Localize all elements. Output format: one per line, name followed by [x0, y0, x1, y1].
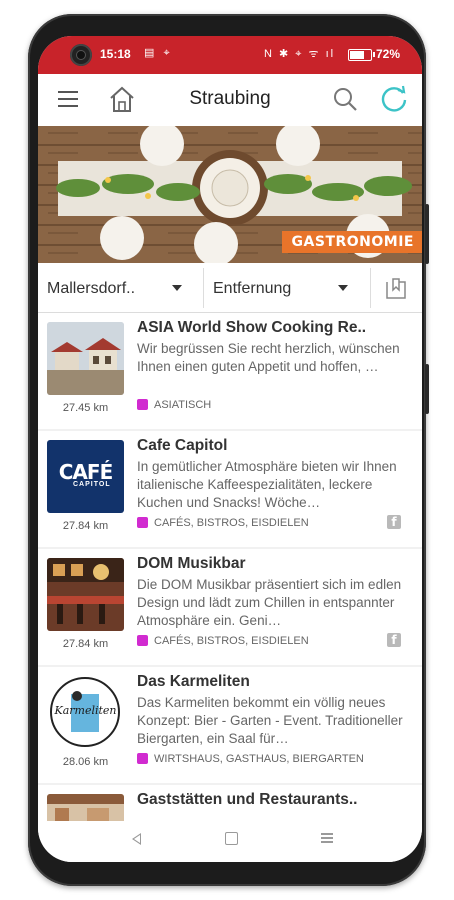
power-button: [425, 364, 429, 414]
menu-icon[interactable]: [58, 91, 78, 107]
sort-dropdown[interactable]: Entfernung: [204, 264, 370, 312]
item-distance: 27.45 km: [62, 402, 109, 414]
item-category: CAFÉS, BISTROS, EISDIELEN: [154, 517, 309, 529]
page-title: Straubing: [189, 88, 271, 109]
list-item[interactable]: 27.84 km DOM Musikbar Die DOM Musikbar p…: [38, 549, 422, 665]
item-thumbnail: [47, 558, 124, 631]
refresh-icon[interactable]: [379, 84, 409, 114]
item-thumbnail: CAFÉ CAPITOL: [47, 440, 124, 513]
app-bar: Straubing: [38, 74, 422, 127]
facebook-icon[interactable]: f: [387, 633, 401, 647]
item-category: WIRTSHAUS, GASTHAUS, BIERGARTEN: [154, 753, 364, 765]
restaurant-list: 27.45 km ASIA World Show Cooking Re.. Wi…: [38, 313, 422, 821]
chevron-down-icon: [338, 285, 348, 291]
system-nav-bar: [38, 821, 422, 862]
recents-icon[interactable]: [321, 833, 333, 843]
item-thumbnail: [47, 794, 124, 821]
battery-fill: [350, 51, 365, 59]
karmeliten-logo: Karmeliten: [54, 704, 117, 717]
item-description: Das Karmeliten bekommt ein völlig neues …: [137, 695, 403, 746]
app-screen: 15:18 ▤ ⌖ N ✱ ⌖ ᯤ ıl 72% Straubing GASTR…: [38, 36, 422, 862]
item-description: In gemütlicher Atmosphäre bieten wir Ihn…: [137, 459, 397, 510]
location-dropdown[interactable]: Mallersdorf..: [38, 264, 203, 312]
category-marker: [137, 399, 148, 410]
list-item[interactable]: 27.45 km ASIA World Show Cooking Re.. Wi…: [38, 313, 422, 429]
item-thumbnail: Karmeliten: [47, 676, 124, 749]
category-marker: [137, 517, 148, 528]
item-description: Wir begrüssen Sie recht herzlich, wünsch…: [137, 341, 400, 374]
item-title: Das Karmeliten: [137, 673, 250, 690]
item-distance: 28.06 km: [62, 756, 109, 768]
sort-value: Entfernung: [213, 280, 292, 297]
location-value: Mallersdorf..: [47, 280, 136, 297]
item-description: Die DOM Musikbar präsentiert sich im edl…: [137, 577, 402, 628]
camera-cutout: [70, 44, 92, 66]
category-marker: [137, 753, 148, 764]
item-thumbnail: [47, 322, 124, 395]
filter-divider: [370, 268, 371, 308]
status-bar: 15:18 ▤ ⌖ N ✱ ⌖ ᯤ ıl 72%: [38, 36, 422, 74]
volume-button: [425, 204, 429, 264]
filter-bar: Mallersdorf.. Entfernung: [38, 264, 422, 313]
item-distance: 27.84 km: [62, 638, 109, 650]
cafe-logo-sub: CAPITOL: [73, 481, 111, 488]
battery-percent: 72%: [376, 47, 401, 61]
chevron-down-icon: [172, 285, 182, 291]
item-title: DOM Musikbar: [137, 555, 246, 572]
category-marker: [137, 635, 148, 646]
battery-icon: [348, 49, 375, 61]
bookmark-icon[interactable]: [384, 276, 408, 302]
notification-icons: ▤ ⌖: [144, 47, 173, 59]
home-icon[interactable]: [108, 84, 136, 114]
back-icon[interactable]: [132, 833, 141, 845]
list-item[interactable]: Gaststätten und Restaurants..: [38, 785, 422, 821]
item-category: CAFÉS, BISTROS, EISDIELEN: [154, 635, 309, 647]
facebook-icon[interactable]: f: [387, 515, 401, 529]
search-icon[interactable]: [332, 86, 358, 112]
system-icons: N ✱ ⌖ ᯤ ıl: [264, 48, 336, 60]
item-title: ASIA World Show Cooking Re..: [137, 319, 367, 336]
home-square-icon[interactable]: [225, 832, 238, 845]
list-item[interactable]: Karmeliten 28.06 km Das Karmeliten Das K…: [38, 667, 422, 783]
category-label: GASTRONOMIE: [281, 231, 422, 253]
item-title: Gaststätten und Restaurants..: [137, 791, 358, 808]
item-category: ASIATISCH: [154, 399, 212, 411]
item-distance: 27.84 km: [62, 520, 109, 532]
item-title: Cafe Capitol: [137, 437, 228, 454]
category-banner: GASTRONOMIE: [38, 126, 422, 263]
list-item[interactable]: CAFÉ CAPITOL 27.84 km Cafe Capitol In ge…: [38, 431, 422, 547]
status-time: 15:18: [100, 47, 131, 61]
